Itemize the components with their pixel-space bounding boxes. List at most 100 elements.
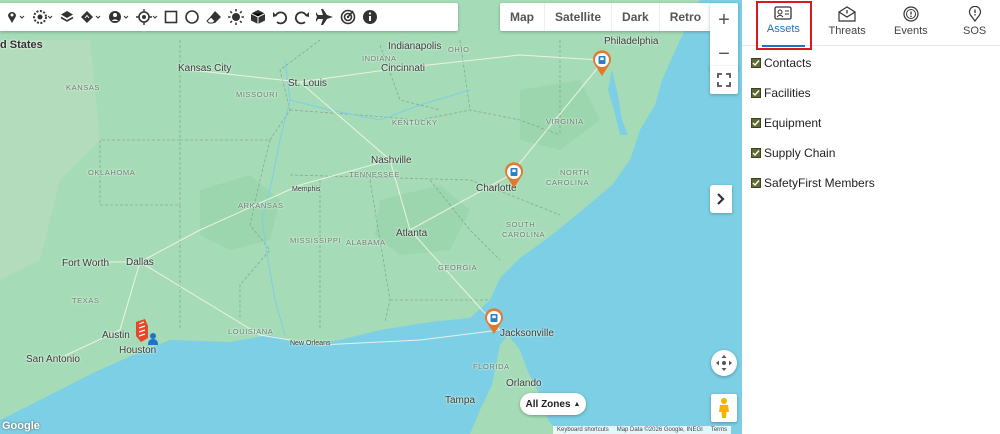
- direction-tool-icon[interactable]: [80, 3, 102, 31]
- label-st-louis: St. Louis: [288, 78, 327, 89]
- street-view-pegman[interactable]: [711, 394, 737, 422]
- asset-pin-jacksonville[interactable]: [483, 307, 505, 335]
- checkbox-checked-icon: [751, 178, 761, 188]
- asset-pin-philadelphia[interactable]: [591, 49, 613, 77]
- airplane-icon[interactable]: [316, 3, 334, 31]
- checkbox-contacts[interactable]: Contacts: [742, 48, 1000, 78]
- checkbox-facilities-label: Facilities: [764, 86, 811, 100]
- envelope-alert-icon: [838, 6, 856, 22]
- label-new-orleans: New Orleans: [290, 340, 331, 347]
- expand-panel-button[interactable]: [710, 185, 732, 213]
- label-indianapolis: Indianapolis: [388, 41, 442, 52]
- rectangle-tool-icon[interactable]: [164, 3, 178, 31]
- map-type-satellite[interactable]: Satellite: [545, 3, 613, 31]
- zoom-in-button[interactable]: +: [710, 3, 738, 37]
- tab-events-label: Events: [894, 25, 928, 37]
- camera-control-button[interactable]: [711, 350, 737, 376]
- checkbox-checked-icon: [751, 118, 761, 128]
- all-zones-button[interactable]: All Zones ▲: [520, 393, 586, 415]
- label-indiana: INDIANA: [362, 54, 397, 63]
- tab-sos-label: SOS: [963, 25, 987, 37]
- chevron-right-icon: [717, 193, 725, 205]
- checkbox-equipment[interactable]: Equipment: [742, 108, 1000, 138]
- label-united-states: d States: [0, 39, 43, 51]
- zoom-control: + −: [710, 3, 738, 71]
- label-north-carolina-2: CAROLINA: [546, 178, 590, 187]
- checkbox-supply-chain[interactable]: Supply Chain: [742, 138, 1000, 168]
- cube-tool-icon[interactable]: [250, 3, 266, 31]
- id-card-icon: [774, 6, 793, 20]
- label-fort-worth: Fort Worth: [62, 258, 110, 269]
- caret-up-icon: ▲: [573, 400, 581, 408]
- all-zones-label: All Zones: [525, 398, 571, 410]
- circle-tool-icon[interactable]: [184, 3, 200, 31]
- marker-tool-icon[interactable]: [6, 3, 26, 31]
- fullscreen-button[interactable]: [710, 66, 738, 94]
- checkbox-checked-icon: [751, 58, 761, 68]
- label-missouri: MISSOURI: [236, 90, 278, 99]
- label-mississippi: MISSISSIPPI: [290, 236, 342, 245]
- label-florida: FLORIDA: [473, 362, 510, 371]
- tab-threats-label: Threats: [828, 25, 866, 37]
- map-data-text: Map Data ©2026 Google, INEGI: [616, 427, 703, 433]
- map-type-dark[interactable]: Dark: [612, 3, 660, 31]
- terms-link[interactable]: Terms: [711, 426, 727, 434]
- asset-filter-list: Contacts Facilities Equipment Supply Cha…: [742, 46, 1000, 198]
- tab-assets[interactable]: Assets: [758, 0, 809, 47]
- label-memphis: Memphis: [292, 186, 321, 193]
- facility-marker-houston[interactable]: [133, 318, 161, 346]
- checkbox-safetyfirst-members[interactable]: SafetyFirst Members: [742, 168, 1000, 198]
- eraser-tool-icon[interactable]: [206, 3, 222, 31]
- tab-sos[interactable]: SOS: [949, 0, 1000, 46]
- checkbox-supply-chain-label: Supply Chain: [764, 146, 836, 160]
- checkbox-safetyfirst-members-label: SafetyFirst Members: [764, 176, 875, 190]
- checkbox-facilities[interactable]: Facilities: [742, 78, 1000, 108]
- label-alabama: ALABAMA: [346, 238, 386, 247]
- checkbox-equipment-label: Equipment: [764, 116, 822, 130]
- settings-tool-icon[interactable]: [32, 3, 54, 31]
- keyboard-shortcuts-link[interactable]: Keyboard shortcuts: [557, 426, 609, 434]
- label-virginia: VIRGINIA: [546, 117, 584, 126]
- pegman-icon: [719, 398, 729, 418]
- label-ohio: OHIO: [448, 45, 470, 54]
- redo-icon[interactable]: [294, 3, 310, 31]
- tab-assets-label: Assets: [766, 23, 800, 35]
- label-atlanta: Atlanta: [396, 228, 428, 239]
- map-type-switcher: Map Satellite Dark Retro: [500, 3, 712, 31]
- tab-events[interactable]: Events: [886, 0, 937, 46]
- panel-tabs: Assets Threats Events SOS: [742, 0, 1000, 47]
- label-jacksonville: Jacksonville: [500, 328, 554, 339]
- label-oklahoma: OKLAHOMA: [88, 168, 136, 177]
- label-houston: Houston: [119, 345, 157, 356]
- checkbox-contacts-label: Contacts: [764, 56, 812, 70]
- undo-icon[interactable]: [272, 3, 288, 31]
- map-attribution: Keyboard shortcuts Map Data ©2026 Google…: [553, 426, 732, 434]
- weather-tool-icon[interactable]: [228, 3, 244, 31]
- locate-tool-icon[interactable]: [136, 3, 158, 31]
- checkbox-checked-icon: [751, 148, 761, 158]
- label-san-antonio: San Antonio: [26, 354, 80, 365]
- label-dallas: Dallas: [126, 257, 154, 268]
- person-tool-icon[interactable]: [108, 3, 130, 31]
- alert-circle-icon: [903, 6, 919, 22]
- tab-threats[interactable]: Threats: [822, 0, 873, 46]
- label-orlando: Orlando: [506, 378, 542, 389]
- map-type-map[interactable]: Map: [500, 3, 545, 31]
- asset-pin-charlotte[interactable]: [503, 161, 525, 189]
- label-louisiana: LOUISIANA: [228, 327, 274, 336]
- map-canvas[interactable]: d States Indianapolis Philadelphia INDIA…: [0, 0, 742, 434]
- label-kansas: KANSAS: [66, 83, 101, 92]
- label-tennessee: TENNESSEE: [349, 170, 400, 179]
- map-type-retro[interactable]: Retro: [660, 3, 711, 31]
- sos-pin-icon: [968, 6, 981, 22]
- radar-icon[interactable]: [340, 3, 356, 31]
- layers-tool-icon[interactable]: [60, 3, 74, 31]
- label-south-carolina-2: CAROLINA: [502, 230, 546, 239]
- drawing-toolbar: [0, 3, 458, 31]
- move-arrows-icon: [716, 355, 732, 371]
- info-icon[interactable]: [362, 3, 378, 31]
- label-austin: Austin: [102, 330, 130, 341]
- label-arkansas: ARKANSAS: [238, 201, 284, 210]
- label-texas: TEXAS: [72, 296, 100, 305]
- map-base: [0, 0, 742, 434]
